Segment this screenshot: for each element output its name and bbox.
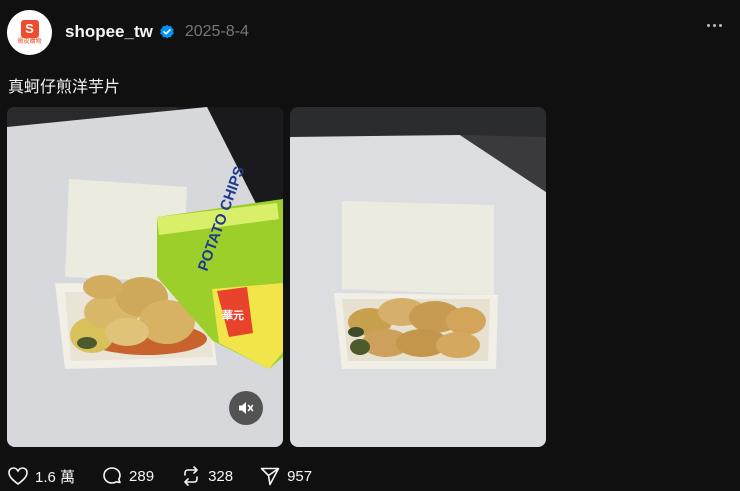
post-image[interactable] — [290, 107, 546, 447]
share-button[interactable]: 957 — [259, 465, 312, 487]
more-icon[interactable] — [707, 24, 722, 27]
verified-badge-icon — [160, 24, 174, 39]
repost-count: 328 — [208, 467, 234, 485]
mute-icon[interactable] — [229, 391, 263, 425]
comment-count: 289 — [129, 467, 155, 485]
chip-bag-brand: 華元 — [222, 308, 244, 322]
comment-button[interactable]: 289 — [101, 465, 154, 487]
post-video[interactable]: POTATO CHIPS 華元 — [7, 107, 283, 447]
author-username[interactable]: shopee_tw — [65, 22, 153, 42]
post-actions: 1.6 萬 289 328 957 — [7, 465, 338, 487]
comment-icon — [103, 467, 121, 484]
avatar-label: 蝦皮購物 — [17, 39, 42, 45]
share-count: 957 — [287, 467, 313, 485]
like-button[interactable]: 1.6 萬 — [7, 465, 75, 487]
heart-icon — [8, 467, 28, 486]
post-date[interactable]: 2025-8-4 — [185, 23, 249, 41]
send-icon — [260, 467, 280, 486]
like-count: 1.6 萬 — [35, 468, 76, 486]
avatar[interactable]: S 蝦皮購物 — [7, 10, 52, 55]
shopee-logo-icon: S — [20, 19, 39, 38]
post-caption: 真蚵仔煎洋芋片 — [8, 79, 121, 96]
repost-icon — [184, 466, 198, 486]
repost-button[interactable]: 328 — [180, 465, 233, 487]
post-header: shopee_tw 2025-8-4 — [65, 22, 249, 42]
